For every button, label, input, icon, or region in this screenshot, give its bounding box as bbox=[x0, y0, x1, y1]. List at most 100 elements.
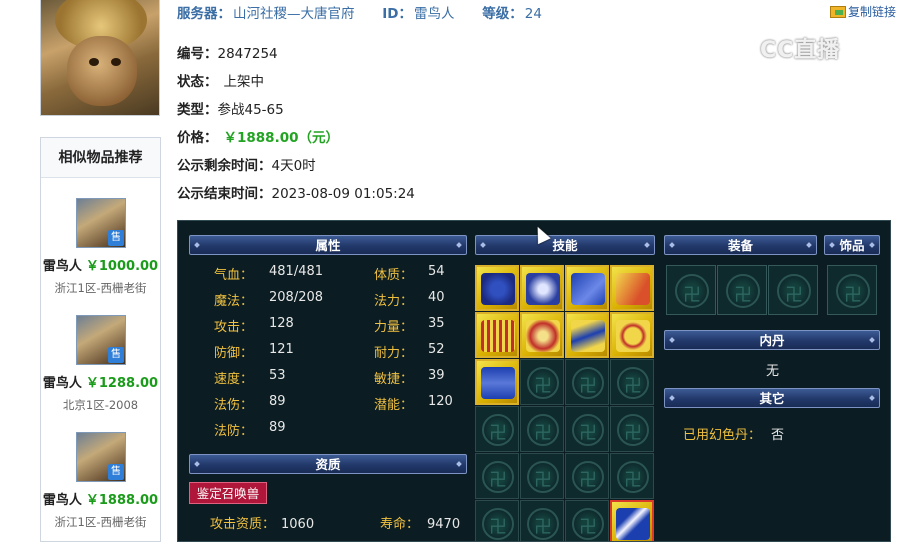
copy-link-label[interactable]: 复制链接 bbox=[848, 5, 896, 19]
skill-slot[interactable] bbox=[610, 312, 654, 358]
similar-item-name[interactable]: 雷鸟人 bbox=[43, 493, 82, 508]
id-value: 雷鸟人 bbox=[413, 6, 455, 22]
info-status: 状态： 上架中 bbox=[177, 70, 264, 90]
for-sale-badge: 售 bbox=[108, 464, 124, 480]
color-pill-value: 否 bbox=[771, 428, 785, 443]
attr-value: 89 bbox=[269, 394, 286, 409]
attack-aptitude-label: 攻击资质： bbox=[210, 517, 276, 532]
attr-hp: 气血： 481/481 bbox=[214, 264, 323, 283]
attr-potential: 潜能： 120 bbox=[374, 394, 453, 413]
empty-skill-slot bbox=[565, 453, 609, 499]
server-value: 山河社稷—大唐官府 bbox=[233, 6, 355, 22]
attr-attack: 攻击： 128 bbox=[214, 316, 294, 335]
similar-item-thumbnail[interactable]: 售 bbox=[76, 198, 126, 248]
skill-slot[interactable] bbox=[520, 265, 564, 311]
attr-label: 法防： bbox=[214, 424, 254, 439]
portrait-eye-right bbox=[111, 58, 121, 66]
skill-slot[interactable] bbox=[475, 359, 519, 405]
empty-slot-emblem-icon bbox=[572, 461, 604, 493]
empty-slot-emblem-icon bbox=[482, 461, 514, 493]
empty-skill-slot bbox=[565, 406, 609, 452]
empty-slot-emblem-icon bbox=[617, 367, 649, 399]
skill-slot[interactable] bbox=[520, 312, 564, 358]
attr-value: 89 bbox=[269, 420, 286, 435]
skill-slot[interactable] bbox=[565, 312, 609, 358]
color-pill-label: 已用幻色丹： bbox=[683, 428, 762, 443]
remaining-time-value: 4天0时 bbox=[271, 158, 316, 174]
skill-slot[interactable] bbox=[610, 265, 654, 311]
skills-header: 技能 bbox=[475, 235, 655, 255]
price-label: 价格： bbox=[177, 130, 218, 146]
special-skill-slot[interactable] bbox=[610, 500, 654, 541]
number-value: 2847254 bbox=[217, 46, 278, 62]
appraise-pet-button[interactable]: 鉴定召唤兽 bbox=[189, 482, 267, 504]
equipment-slot[interactable] bbox=[768, 265, 818, 315]
skill-slot[interactable] bbox=[475, 312, 519, 358]
empty-slot-emblem-icon bbox=[777, 274, 811, 308]
empty-skill-slot bbox=[565, 500, 609, 541]
empty-slot-emblem-icon bbox=[527, 508, 559, 540]
type-label: 类型： bbox=[177, 102, 218, 118]
attr-agility: 敏捷： 39 bbox=[374, 368, 445, 387]
attack-aptitude: 攻击资质： 1060 bbox=[210, 513, 314, 532]
attr-label: 气血： bbox=[214, 268, 254, 283]
similar-item-name[interactable]: 雷鸟人 bbox=[43, 376, 82, 391]
attr-label: 魔法： bbox=[214, 294, 254, 309]
skill-icon bbox=[526, 320, 560, 352]
equipment-slot[interactable] bbox=[666, 265, 716, 315]
attr-value: 128 bbox=[269, 316, 294, 331]
info-number: 编号：2847254 bbox=[177, 42, 278, 62]
similar-item-server: 北京1区-2008 bbox=[62, 398, 139, 412]
similar-items-panel: 相似物品推荐 售 雷鸟人 ￥1000.00 浙江1区-西栅老街 售 雷鸟人 ￥128… bbox=[40, 137, 161, 542]
empty-slot-emblem-icon bbox=[527, 461, 559, 493]
neidan-value: 无 bbox=[766, 364, 780, 379]
attr-value: 40 bbox=[428, 290, 445, 305]
accessory-slot[interactable] bbox=[827, 265, 877, 315]
info-type: 类型：参战45-65 bbox=[177, 98, 284, 118]
similar-item-thumbnail[interactable]: 售 bbox=[76, 432, 126, 482]
status-value: 上架中 bbox=[223, 74, 265, 90]
attr-label: 潜能： bbox=[374, 398, 414, 413]
pet-detail-panel: 属性 技能 装备 饰品 内丹 其它 资质 气血： 481/481 魔法： 208/2… bbox=[177, 220, 891, 542]
attr-label: 体质： bbox=[374, 268, 414, 283]
empty-skill-slot bbox=[565, 359, 609, 405]
empty-skill-slot bbox=[610, 406, 654, 452]
pet-portrait bbox=[40, 0, 160, 116]
skill-slot[interactable] bbox=[475, 265, 519, 311]
skill-icon bbox=[481, 273, 515, 305]
attr-mp: 魔法： 208/208 bbox=[214, 290, 323, 309]
attr-value: 208/208 bbox=[269, 290, 324, 305]
equipment-slot[interactable] bbox=[717, 265, 767, 315]
accessory-header: 饰品 bbox=[824, 235, 880, 255]
attr-label: 速度： bbox=[214, 372, 254, 387]
lifespan-label: 寿命： bbox=[380, 517, 420, 532]
similar-item-price: ￥1888.00 bbox=[85, 493, 159, 508]
attr-constitution: 体质： 54 bbox=[374, 264, 445, 283]
empty-skill-slot bbox=[520, 453, 564, 499]
attr-speed: 速度： 53 bbox=[214, 368, 286, 387]
similar-item-name[interactable]: 雷鸟人 bbox=[43, 259, 82, 274]
attr-strength: 力量： 35 bbox=[374, 316, 445, 335]
attr-label: 防御： bbox=[214, 346, 254, 361]
attr-label: 法伤： bbox=[214, 398, 254, 413]
attr-label: 法力： bbox=[374, 294, 414, 309]
lifespan-value: 9470 bbox=[427, 517, 461, 532]
similar-item-name-price[interactable]: 雷鸟人 ￥1000.00 bbox=[41, 255, 160, 274]
similar-item-name-price[interactable]: 雷鸟人 ￥1288.00 bbox=[41, 372, 160, 391]
portrait-face bbox=[67, 36, 137, 106]
attributes-header: 属性 bbox=[189, 235, 467, 255]
skill-slot[interactable] bbox=[565, 265, 609, 311]
empty-skill-slot bbox=[520, 500, 564, 541]
similar-item-thumbnail[interactable]: 售 bbox=[76, 315, 126, 365]
price-value: ￥1888.00（元） bbox=[223, 130, 340, 146]
lightning-skill-icon bbox=[616, 508, 650, 540]
attr-label: 力量： bbox=[374, 320, 414, 335]
attr-label: 耐力： bbox=[374, 346, 414, 361]
empty-slot-emblem-icon bbox=[836, 274, 870, 308]
similar-item-name-price[interactable]: 雷鸟人 ￥1888.00 bbox=[41, 489, 160, 508]
equipment-header: 装备 bbox=[664, 235, 817, 255]
copy-link-button[interactable]: 复制链接 bbox=[829, 3, 896, 20]
attr-magic-damage: 法伤： 89 bbox=[214, 394, 286, 413]
empty-skill-slot bbox=[610, 359, 654, 405]
lifespan: 寿命： 9470 bbox=[380, 513, 460, 532]
